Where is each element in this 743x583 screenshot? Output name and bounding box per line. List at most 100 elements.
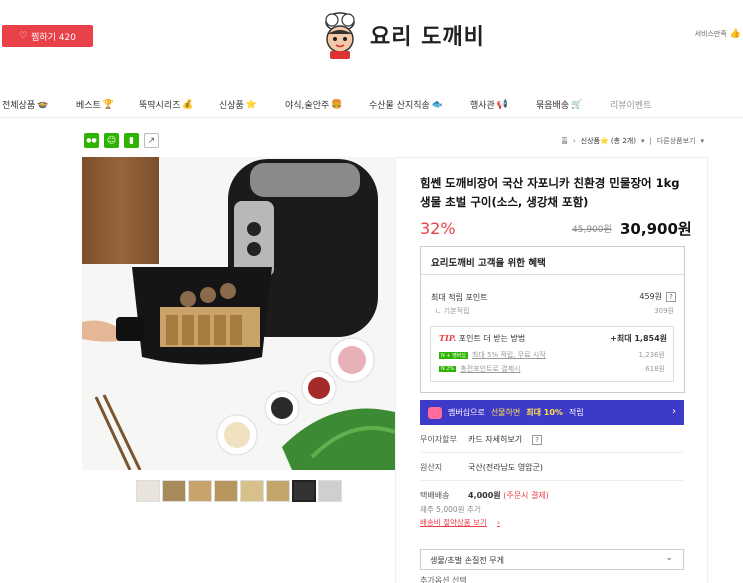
air-fryer-photo <box>82 157 395 470</box>
help-icon[interactable]: ? <box>666 291 676 302</box>
banner-mid: 선물하면 <box>490 408 521 417</box>
help-icon[interactable]: ? <box>532 434 543 445</box>
tip-label: TIP. <box>439 333 457 343</box>
service-label: 서비스만족 <box>694 30 727 38</box>
origin-label: 원산지 <box>420 463 443 472</box>
tip-row-membership[interactable]: N + 멤버십 최대 5% 적립, 무료 시작 <box>439 350 546 360</box>
membership-banner[interactable]: 멤버십으로 선물하면 최대 10% 적립 › <box>420 400 684 425</box>
thumbnail-image[interactable] <box>266 480 290 502</box>
nav-item-seafood[interactable]: 수산물 산지직송 🐟 <box>369 98 444 112</box>
thumbnail-image[interactable] <box>162 480 186 502</box>
installment-link[interactable]: 카드 자세히보기 <box>468 434 522 445</box>
banner-bold: 최대 10% <box>526 408 563 417</box>
tip-row-label: 최대 5% 적립, 무료 시작 <box>471 351 546 359</box>
fish-icon: 🐟 <box>431 99 444 110</box>
chevron-right-icon: › <box>496 518 500 527</box>
logo-text: 요리 도깨비 <box>370 25 485 50</box>
gift-icon <box>428 406 442 419</box>
heart-icon: ♡ <box>19 31 28 41</box>
tip-row-value: 1,236원 <box>638 351 665 359</box>
thumbnail-strip <box>136 480 342 502</box>
chevron-right-icon: › <box>672 406 676 417</box>
breadcrumb-home[interactable]: 홈 <box>561 136 567 146</box>
shipping-value: 4,000원 <box>468 491 501 500</box>
benefit-heading: 요리도깨비 고객을 위한 혜택 <box>421 247 684 275</box>
product-title: 힘쎈 도깨비장어 국산 자포니카 친환경 민물장어 1kg 생물 초벌 구이(소… <box>420 176 680 209</box>
nav-item-review-event[interactable]: 리뷰이벤트 <box>610 98 651 111</box>
product-info-panel: 힘쎈 도깨비장어 국산 자포니카 친환경 민물장어 1kg 생물 초벌 구이(소… <box>395 157 708 583</box>
top-header: ♡ 찜하기 420 요리 도깨비 서비스만족 👍 <box>0 0 743 72</box>
chevron-down-icon: ▾ <box>700 137 704 145</box>
breadcrumb: 홈 › 신상품⭐ (총 2개) ▾ | 다른상품보기 ▾ <box>561 136 704 146</box>
nav-item-late-night[interactable]: 야식,술안주 🍔 <box>285 98 343 112</box>
trophy-icon: 🏆 <box>102 99 115 110</box>
chevron-down-icon: ▾ <box>640 137 645 145</box>
nav-item-event[interactable]: 행사관 📢 <box>470 98 509 112</box>
chevron-right-icon: › <box>572 137 576 145</box>
chevron-down-icon: ⌄ <box>665 553 673 563</box>
product-main-image[interactable] <box>82 157 395 470</box>
basic-points-label: ㄴ 기본적립 <box>435 307 470 315</box>
shipping-fee: 4,000원 (주문시 결제) <box>468 490 549 501</box>
other-products-dropdown[interactable]: 다른상품보기 <box>657 136 696 146</box>
tip-row-label: 충전포인트로 결제시 <box>460 365 521 373</box>
charge-badge: N 2% <box>439 366 457 372</box>
thumbnail-image-active[interactable] <box>292 480 316 502</box>
megaphone-icon: 📢 <box>496 99 509 110</box>
origin-row: 원산지 국산(전라남도 영암군) <box>420 462 543 473</box>
nav-item-new[interactable]: 신상품 ⭐ <box>219 98 258 112</box>
bookmark-icon[interactable]: ▮ <box>124 133 139 148</box>
tip-max: +최대 1,854원 <box>610 334 667 343</box>
installment-label: 무이자할부 <box>420 435 457 444</box>
star-icon: ⭐ <box>245 99 258 110</box>
thumbnail-image[interactable] <box>136 480 160 502</box>
cart-icon: 🛒 <box>571 99 583 110</box>
shipping-extra: 제주 5,000원 추가 <box>420 505 481 514</box>
nav-item-bundle[interactable]: 묶음배송 🛒 <box>536 98 583 112</box>
option-select-label: 생물/초벌 손질전 무게 <box>430 556 505 565</box>
divider <box>420 452 684 453</box>
add-option-label: 추가옵션 선택 <box>420 576 467 583</box>
service-satisfaction[interactable]: 서비스만족 👍 <box>695 29 741 39</box>
tip-row-value: 618원 <box>645 365 665 373</box>
thumbnail-image[interactable] <box>318 480 342 502</box>
shipping-row: 택배배송 4,000원 (주문시 결제) <box>420 490 549 501</box>
share-toolbar: ●● ☺ ▮ ↗ <box>84 133 159 148</box>
thumbnail-image[interactable] <box>214 480 238 502</box>
original-price: 45,900원 <box>572 225 612 235</box>
burger-icon: 🍔 <box>331 99 343 110</box>
store-logo[interactable]: 요리 도깨비 <box>316 10 485 60</box>
breadcrumb-divider: | <box>649 137 652 145</box>
share-icon[interactable]: ☺ <box>104 133 119 148</box>
tip-row-charge[interactable]: N 2% 충전포인트로 결제시 <box>439 364 520 374</box>
save-shipping-link[interactable]: 배송비 절약상품 보기 › <box>420 517 500 528</box>
benefit-box: 요리도깨비 고객을 위한 혜택 최대 적립 포인트 459원 ? ㄴ 기본적립 … <box>420 246 685 393</box>
like-label: 찜하기 420 <box>31 32 76 43</box>
shipping-note: (주문시 결제) <box>503 491 549 500</box>
like-button[interactable]: ♡ 찜하기 420 <box>2 25 93 47</box>
nav-item-all[interactable]: 전체상품 🍲 <box>2 98 49 112</box>
shipping-label: 택배배송 <box>420 491 450 500</box>
thumbs-up-icon: 👍 <box>729 29 741 39</box>
save-shipping-label: 배송비 절약상품 보기 <box>420 518 487 527</box>
basic-points-value: 309원 <box>654 307 674 315</box>
breadcrumb-category[interactable]: 신상품⭐ (총 2개) <box>581 136 636 146</box>
category-nav: 전체상품 🍲 베스트 🏆 뚝딱시리즈 💰 신상품 ⭐ 야식,술안주 🍔 수산물 산지직송 🐟… <box>0 90 743 118</box>
pot-icon: 🍲 <box>37 99 49 110</box>
tip-box: TIP. 포인트 더 받는 방법 +최대 1,854원 N + 멤버십 최대 5… <box>430 326 674 382</box>
banner-suffix: 적립 <box>568 408 584 417</box>
thumbnail-image[interactable] <box>240 480 264 502</box>
chat-icon[interactable]: ●● <box>84 133 99 148</box>
max-points-value: 459원 <box>639 292 662 301</box>
thumbnail-image[interactable] <box>188 480 212 502</box>
banner-prefix: 멤버십으로 <box>448 408 485 417</box>
tip-heading: TIP. 포인트 더 받는 방법 <box>439 333 525 344</box>
chef-mascot-icon <box>325 12 355 59</box>
nav-item-best[interactable]: 베스트 🏆 <box>76 98 115 112</box>
divider <box>420 480 684 481</box>
max-points-label: 최대 적립 포인트 <box>431 293 488 302</box>
max-points: 459원 ? <box>639 291 676 302</box>
external-icon[interactable]: ↗ <box>144 133 159 148</box>
nav-item-ttukttak[interactable]: 뚝딱시리즈 💰 <box>139 98 194 112</box>
option-select[interactable]: 생물/초벌 손질전 무게 ⌄ <box>420 549 684 570</box>
